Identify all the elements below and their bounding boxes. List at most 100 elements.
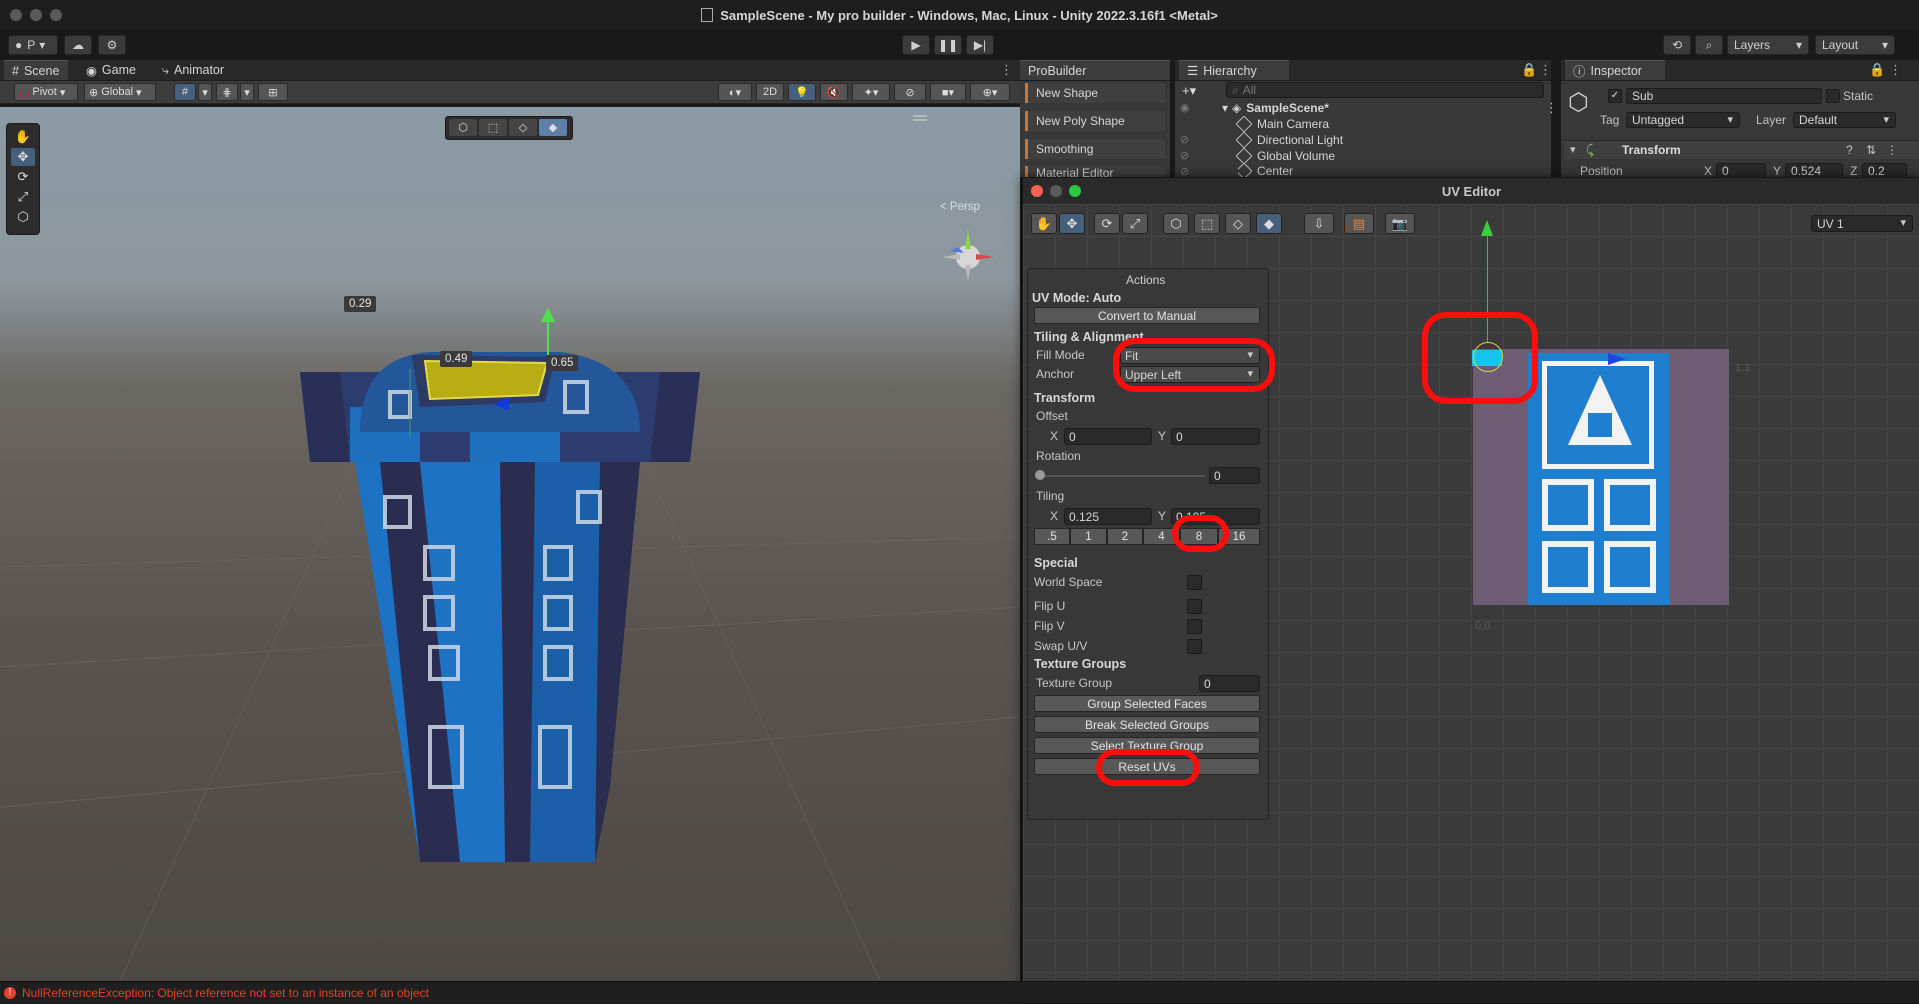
rotation-field[interactable]: 0	[1209, 467, 1260, 484]
tiling-preset-2[interactable]: 2	[1107, 528, 1143, 545]
help-icon[interactable]: ?	[1846, 143, 1853, 157]
panel-menu-icon[interactable]: ⋮	[1000, 62, 1013, 78]
edge-mode-button[interactable]: ◇	[509, 119, 537, 136]
lighting-toggle[interactable]: 💡	[788, 83, 816, 101]
services-button[interactable]: ⚙	[98, 35, 126, 55]
scene-viewport[interactable]: 0.29 0.49 0.65 < Persp	[0, 107, 1020, 981]
break-selected-groups-button[interactable]: Break Selected Groups	[1034, 716, 1260, 733]
object-mode-button[interactable]: ⬡	[449, 119, 477, 136]
tab-hierarchy[interactable]: ☰ Hierarchy	[1179, 60, 1289, 80]
uv-edge-mode[interactable]: ◇	[1225, 213, 1251, 234]
rotate-tool[interactable]: ⟳	[11, 168, 35, 186]
scene-row[interactable]: ▾ ◈ SampleScene*	[1222, 100, 1329, 115]
world-space-checkbox[interactable]	[1187, 575, 1202, 590]
transform-tool[interactable]: ⬡	[11, 208, 35, 226]
layers-dropdown[interactable]: Layers ▾	[1727, 35, 1809, 55]
flip-v-checkbox[interactable]	[1187, 619, 1202, 634]
zoom-window-button[interactable]	[50, 9, 62, 21]
move-tool[interactable]: ✥	[11, 148, 35, 166]
uv-hand-tool[interactable]: ✋	[1031, 213, 1057, 234]
new-shape-button[interactable]: New Shape	[1025, 83, 1165, 103]
account-dropdown[interactable]: ● P ▾	[8, 35, 58, 55]
scene-menu-icon[interactable]: ⋮	[1545, 100, 1558, 116]
zoom-window-button[interactable]	[1069, 185, 1081, 197]
pos-y-field[interactable]: 0.524	[1785, 163, 1843, 177]
hierarchy-row-center[interactable]: Center	[1238, 164, 1293, 177]
offset-y-field[interactable]: 0	[1171, 428, 1260, 445]
close-window-button[interactable]	[10, 9, 22, 21]
tab-game[interactable]: ◉ Game	[78, 60, 148, 80]
uv-channel-dropdown[interactable]: UV 1	[1811, 215, 1913, 232]
uv-gizmo-arrow-up[interactable]	[1481, 220, 1493, 236]
audio-toggle[interactable]: 🔇	[820, 83, 848, 101]
panel-menu-icon[interactable]: ⋮	[1539, 62, 1552, 78]
hand-tool[interactable]: ✋	[11, 128, 35, 146]
pos-x-field[interactable]: 0	[1716, 163, 1766, 177]
offset-x-field[interactable]: 0	[1064, 428, 1152, 445]
scale-tool[interactable]: ⤢	[11, 188, 35, 206]
tab-probuilder[interactable]: ProBuilder	[1020, 60, 1170, 80]
object-name-field[interactable]: Sub	[1626, 88, 1822, 104]
play-button[interactable]: ▶	[902, 35, 930, 55]
grid-snap-button[interactable]: #	[174, 83, 196, 101]
hierarchy-row-main-camera[interactable]: Main Camera	[1235, 115, 1329, 132]
active-checkbox[interactable]: ✓	[1608, 89, 1622, 103]
search-button[interactable]: ⌕	[1695, 35, 1723, 55]
uv-move-tool[interactable]: ✥	[1059, 213, 1085, 234]
component-menu-icon[interactable]: ⋮	[1886, 143, 1898, 157]
gizmos-button[interactable]: ⊕▾	[970, 83, 1010, 101]
vertex-mode-button[interactable]: ⬚	[479, 119, 507, 136]
close-window-button[interactable]	[1031, 185, 1043, 197]
hidden-objects-toggle[interactable]: ⊘	[894, 83, 926, 101]
hierarchy-search[interactable]: ⌕ All	[1226, 82, 1544, 98]
uv-object-mode[interactable]: ⬡	[1163, 213, 1189, 234]
grid-snap-menu[interactable]: ▾	[198, 83, 212, 101]
create-button[interactable]: +▾	[1182, 83, 1196, 99]
uv-rotate-tool[interactable]: ⟳	[1094, 213, 1120, 234]
rotation-slider-thumb[interactable]	[1035, 470, 1045, 480]
lock-icon[interactable]: 🔒	[1869, 62, 1885, 78]
group-selected-faces-button[interactable]: Group Selected Faces	[1034, 695, 1260, 712]
pos-z-field[interactable]: 0.2	[1862, 163, 1907, 177]
effects-toggle[interactable]: ✦▾	[852, 83, 890, 101]
pause-button[interactable]: ❚❚	[934, 35, 962, 55]
tiling-preset-1[interactable]: 1	[1070, 528, 1107, 545]
tiling-x-field[interactable]: 0.125	[1064, 508, 1152, 525]
flip-u-checkbox[interactable]	[1187, 599, 1202, 614]
increment-snap-menu[interactable]: ▾	[240, 83, 254, 101]
uv-vertex-mode[interactable]: ⬚	[1194, 213, 1220, 234]
new-poly-shape-button[interactable]: New Poly Shape	[1025, 111, 1165, 131]
static-checkbox[interactable]	[1826, 89, 1840, 103]
global-dropdown[interactable]: ⊕ Global ▾	[84, 83, 156, 101]
smoothing-button[interactable]: Smoothing	[1025, 139, 1165, 159]
tag-dropdown[interactable]: Untagged	[1626, 112, 1740, 128]
uv-face-mode[interactable]: ◆	[1256, 213, 1282, 234]
minimize-window-button[interactable]	[30, 9, 42, 21]
visibility-column[interactable]: ◉ ⊘ ⊘ ⊘	[1180, 100, 1190, 180]
step-button[interactable]: ▶|	[966, 35, 994, 55]
rotation-slider-track[interactable]	[1040, 475, 1205, 477]
panel-menu-icon[interactable]: ⋮	[1889, 62, 1902, 78]
tab-animator[interactable]: ⤷ Animator	[154, 60, 244, 80]
minimize-window-button[interactable]	[1050, 185, 1062, 197]
mode-2d-button[interactable]: 2D	[756, 83, 784, 101]
history-button[interactable]: ⟲	[1663, 35, 1691, 55]
lock-icon[interactable]: 🔒	[1521, 62, 1537, 78]
overlay-menu-icon[interactable]	[913, 115, 927, 121]
uv-render-button[interactable]: ⇩	[1304, 213, 1334, 234]
uv-screenshot-button[interactable]: 📷	[1385, 213, 1415, 234]
convert-to-manual-button[interactable]: Convert to Manual	[1034, 307, 1260, 324]
tab-inspector[interactable]: ⓘ Inspector	[1565, 60, 1665, 80]
layout-dropdown[interactable]: Layout ▾	[1815, 35, 1895, 55]
persp-label[interactable]: < Persp	[940, 201, 980, 213]
hierarchy-row-global-volume[interactable]: Global Volume	[1235, 147, 1335, 164]
increment-snap-button[interactable]: ⋕	[216, 83, 238, 101]
pivot-dropdown[interactable]: ⬚ Pivot ▾	[14, 83, 78, 101]
status-bar[interactable]: ! NullReferenceException: Object referen…	[0, 981, 1919, 1003]
material-editor-button[interactable]: Material Editor	[1025, 166, 1165, 177]
uv-texture-button[interactable]: ▤	[1344, 213, 1374, 234]
layer-dropdown[interactable]: Default	[1793, 112, 1896, 128]
texture-group-field[interactable]: 0	[1199, 675, 1260, 692]
swap-uv-checkbox[interactable]	[1187, 639, 1202, 654]
transform-header[interactable]: ▾ ⤹ Transform ? ⇅ ⋮	[1564, 140, 1919, 159]
